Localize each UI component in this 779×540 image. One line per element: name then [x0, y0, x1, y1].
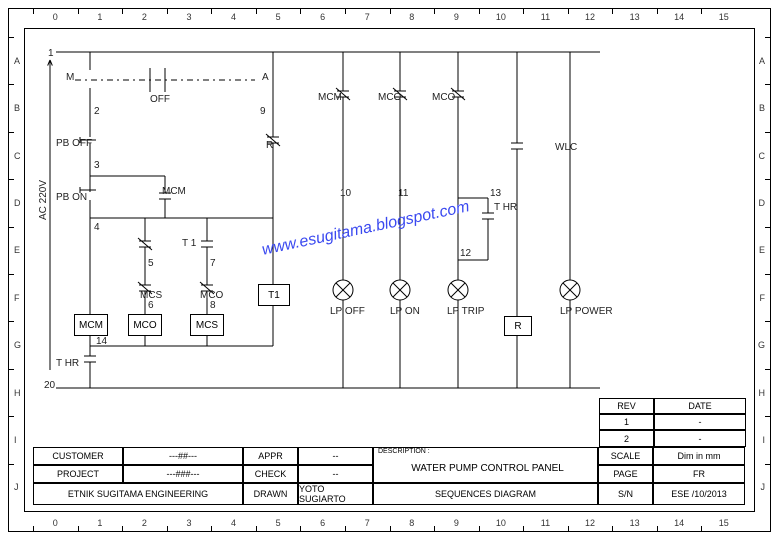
- coil-r: R: [504, 316, 532, 336]
- ac-top: 1: [48, 48, 54, 59]
- node-13: 13: [490, 188, 501, 199]
- label-a: A: [262, 72, 269, 83]
- coil-mcs: MCS: [190, 314, 224, 336]
- label-mcm-t: MCM: [318, 92, 342, 103]
- rev-table: REV DATE 1 - 2 -: [599, 398, 746, 447]
- tb-page-v: FR: [653, 465, 745, 483]
- date-h: DATE: [654, 398, 746, 414]
- label-r: R: [266, 140, 273, 151]
- tb-company: ETNIK SUGITAMA ENGINEERING: [33, 483, 243, 505]
- tb-drawn-v: YOTO SUGIARTO: [298, 483, 373, 505]
- tb-page-l: PAGE: [598, 465, 653, 483]
- coil-mcm-label: MCM: [79, 320, 103, 331]
- node-5: 5: [148, 258, 154, 269]
- tb-sn-v: ESE /10/2013: [653, 483, 745, 505]
- node-6: 6: [148, 300, 154, 311]
- node-11: 11: [398, 188, 408, 199]
- tb-desc: DESCRIPTION : WATER PUMP CONTROL PANEL: [373, 447, 598, 483]
- tb-sn-l: S/N: [598, 483, 653, 505]
- node-3: 3: [94, 160, 100, 171]
- lamp-lppower: LP POWER: [560, 306, 613, 317]
- label-wlc: WLC: [555, 142, 577, 153]
- label-thr-t: T HR: [494, 202, 517, 213]
- label-mcm-c: MCM: [162, 186, 186, 197]
- node-4: 4: [94, 222, 100, 233]
- coil-mco: MCO: [128, 314, 162, 336]
- tb-appr-l: APPR: [243, 447, 298, 465]
- tb-customer-v: ---##---: [123, 447, 243, 465]
- label-off: OFF: [150, 94, 170, 105]
- node-8: 8: [210, 300, 216, 311]
- tb-appr-v: --: [298, 447, 373, 465]
- tb-check-l: CHECK: [243, 465, 298, 483]
- label-pbon: PB ON: [56, 192, 87, 203]
- tb-check-v: --: [298, 465, 373, 483]
- tb-project-l: PROJECT: [33, 465, 123, 483]
- tb-desc2: SEQUENCES DIAGRAM: [373, 483, 598, 505]
- tb-drawn-l: DRAWN: [243, 483, 298, 505]
- coil-mco-label: MCO: [133, 320, 156, 331]
- drawing-sheet: 0011223344556677889910101111121213131414…: [0, 0, 779, 540]
- rev-1: 1: [599, 414, 654, 430]
- label-mco-t1: MCO: [378, 92, 401, 103]
- lamp-lpoff: LP OFF: [330, 306, 365, 317]
- node-2: 2: [94, 106, 100, 117]
- titleblock: CUSTOMER ---##--- PROJECT ---###--- ETNI…: [33, 447, 746, 509]
- node-12: 12: [460, 248, 471, 259]
- ac-bottom: 20: [44, 380, 55, 391]
- label-thr: T HR: [56, 358, 79, 369]
- label-m: M: [66, 72, 74, 83]
- tb-customer-l: CUSTOMER: [33, 447, 123, 465]
- rev-h: REV: [599, 398, 654, 414]
- label-t1-c: T 1: [182, 238, 196, 249]
- ac-label: AC 220V: [38, 180, 49, 220]
- node-10: 10: [340, 188, 351, 199]
- lamp-lptrip: LP TRIP: [447, 306, 484, 317]
- tb-desc-l: DESCRIPTION :: [378, 448, 430, 455]
- coil-mcs-label: MCS: [196, 320, 218, 331]
- lamp-lpon: LP ON: [390, 306, 420, 317]
- coil-mcm: MCM: [74, 314, 108, 336]
- coil-t1: T1: [258, 284, 290, 306]
- tb-desc1: WATER PUMP CONTROL PANEL: [411, 463, 564, 474]
- node-7: 7: [210, 258, 216, 269]
- tb-scale-l: SCALE: [598, 447, 653, 465]
- date-1: -: [654, 414, 746, 430]
- label-mco-t2: MCO: [432, 92, 455, 103]
- tb-scale-v: Dim in mm: [653, 447, 745, 465]
- rev-2: 2: [599, 430, 654, 447]
- coil-r-label: R: [514, 321, 521, 332]
- date-2: -: [654, 430, 746, 447]
- label-pboff: PB OFF: [56, 138, 92, 149]
- node-14: 14: [96, 336, 107, 347]
- tb-project-v: ---###---: [123, 465, 243, 483]
- node-9: 9: [260, 106, 266, 117]
- coil-t1-label: T1: [268, 290, 280, 301]
